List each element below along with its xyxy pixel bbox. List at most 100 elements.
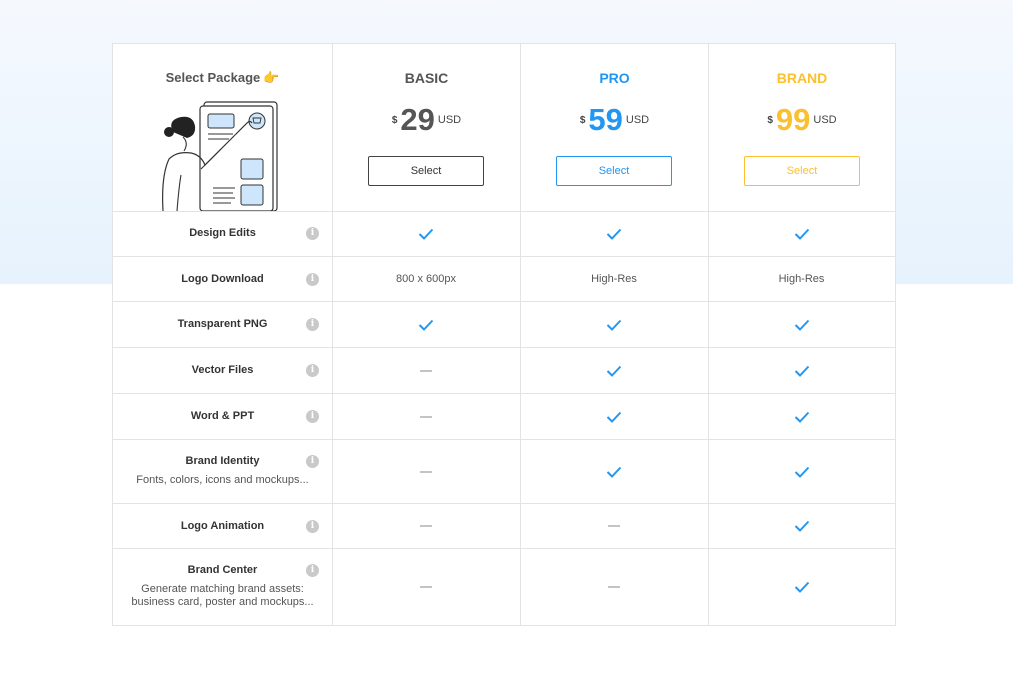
feature-cell	[708, 211, 895, 256]
check-icon	[606, 228, 622, 240]
feature-cell	[708, 394, 895, 439]
select-package-label: Select Package	[165, 70, 261, 85]
dash-icon	[420, 470, 432, 473]
info-icon[interactable]: i	[306, 564, 319, 577]
feature-cell	[520, 348, 708, 393]
info-icon[interactable]: i	[306, 455, 319, 468]
dash-icon	[420, 586, 432, 588]
check-icon	[606, 411, 622, 423]
currency-unit: USD	[813, 114, 837, 126]
currency-unit: USD	[625, 114, 650, 126]
feature-name: Vector Files	[191, 364, 254, 376]
feature-row: Logo Download i 800 x 600px High-Res High-Re…	[113, 257, 895, 302]
check-icon	[606, 365, 622, 377]
feature-cell	[332, 549, 520, 625]
dash-icon	[420, 525, 432, 527]
feature-description: Generate matching brand assets: business…	[131, 583, 314, 608]
feature-cell	[332, 440, 520, 503]
info-icon[interactable]: i	[306, 364, 319, 377]
check-icon	[418, 228, 434, 240]
feature-name: Logo Download	[181, 272, 264, 285]
feature-cell	[520, 211, 708, 256]
feature-row: Logo Animation i	[113, 504, 895, 549]
feature-name: Brand Identity	[185, 455, 260, 467]
feature-cell	[708, 302, 895, 347]
check-icon	[794, 520, 809, 532]
shopping-illustration	[162, 101, 278, 211]
dash-icon	[608, 525, 620, 527]
plan-pro: PRO $59 USD Select	[520, 44, 708, 211]
check-icon	[794, 228, 809, 240]
check-icon	[794, 581, 809, 593]
feature-cell	[708, 440, 895, 503]
price-pro: $59 USD	[521, 102, 708, 138]
pricing-table: Select Package 👉 BASIC $29 USD Select PR…	[112, 43, 896, 626]
feature-cell	[708, 348, 895, 393]
feature-cell	[332, 504, 520, 548]
feature-description: Fonts, colors, icons and mockups...	[136, 474, 309, 486]
feature-cell	[708, 549, 895, 625]
check-icon	[606, 466, 622, 478]
feature-row: Vector Files i	[113, 348, 895, 394]
feature-value: High-Res	[591, 273, 637, 285]
pointing-hand-icon: 👉	[263, 70, 280, 85]
feature-value: High-Res	[778, 273, 825, 285]
feature-cell	[520, 394, 708, 439]
feature-name: Brand Center	[187, 564, 258, 576]
feature-name: Word & PPT	[190, 410, 255, 422]
select-basic-button[interactable]: Select	[368, 156, 484, 186]
plan-name-brand: BRAND	[776, 70, 828, 86]
select-pro-button[interactable]: Select	[556, 156, 672, 186]
feature-value: 800 x 600px	[396, 273, 456, 285]
select-brand-button[interactable]: Select	[744, 156, 860, 186]
currency-unit: USD	[437, 114, 462, 126]
dash-icon	[420, 415, 432, 418]
feature-row: Brand Identity i Fonts, colors, icons and …	[113, 440, 895, 504]
feature-cell	[332, 211, 520, 256]
currency-symbol: $	[391, 114, 398, 126]
feature-cell	[520, 504, 708, 548]
price-amount-brand: 99	[775, 102, 811, 137]
dash-icon	[608, 586, 620, 588]
feature-cell	[708, 504, 895, 548]
feature-cell	[332, 394, 520, 439]
check-icon	[418, 319, 434, 331]
currency-symbol: $	[579, 114, 586, 126]
plan-name-basic: BASIC	[404, 70, 449, 86]
feature-cell	[520, 440, 708, 503]
info-icon[interactable]: i	[306, 227, 319, 240]
price-amount-pro: 59	[588, 102, 623, 137]
check-icon	[794, 365, 809, 377]
check-icon	[794, 319, 809, 331]
info-icon[interactable]: i	[306, 519, 319, 533]
feature-cell	[332, 348, 520, 393]
feature-name: Design Edits	[189, 227, 256, 239]
price-basic: $29 USD	[333, 102, 520, 138]
select-package-title: Select Package 👉	[113, 70, 332, 86]
feature-name: Logo Animation	[180, 519, 265, 532]
price-brand: $99 USD	[709, 102, 895, 138]
check-icon	[606, 319, 622, 331]
plan-basic: BASIC $29 USD Select	[332, 44, 520, 211]
plan-brand: BRAND $99 USD Select	[708, 44, 895, 211]
feature-cell	[332, 302, 520, 347]
feature-row: Design Edits i	[113, 211, 895, 257]
currency-symbol: $	[767, 114, 773, 126]
select-package-cell: Select Package 👉	[113, 44, 332, 211]
info-icon[interactable]: i	[306, 318, 319, 331]
check-icon	[794, 466, 809, 478]
feature-cell	[520, 302, 708, 347]
plan-name-pro: PRO	[599, 70, 630, 86]
feature-cell: High-Res	[520, 257, 708, 301]
info-icon[interactable]: i	[306, 272, 319, 286]
dash-icon	[420, 369, 432, 372]
feature-cell: High-Res	[708, 257, 895, 301]
feature-row: Brand Center i Generate matching brand ass…	[113, 549, 895, 625]
check-icon	[794, 411, 809, 423]
feature-row: Transparent PNG i	[113, 302, 895, 348]
info-icon[interactable]: i	[306, 410, 319, 423]
feature-cell	[520, 549, 708, 625]
feature-row: Word & PPT i	[113, 394, 895, 440]
feature-cell: 800 x 600px	[332, 257, 520, 301]
feature-name: Transparent PNG	[177, 318, 268, 330]
